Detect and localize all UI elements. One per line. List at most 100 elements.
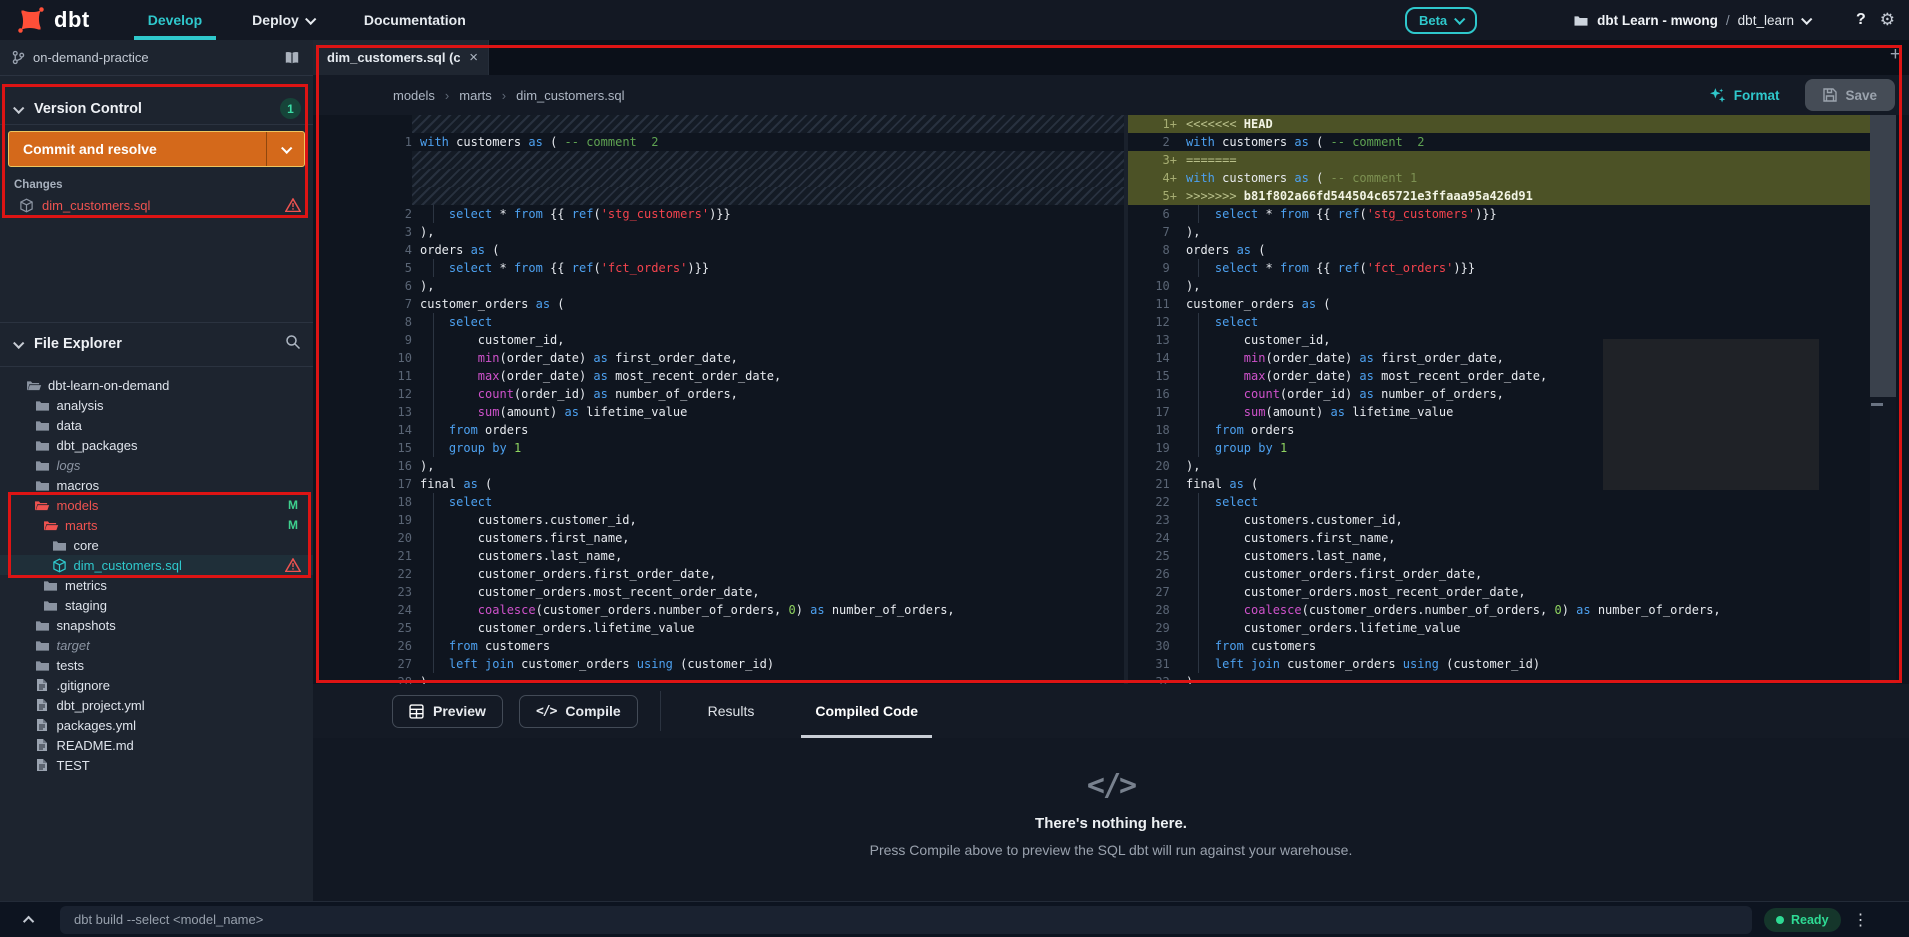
current-editor-line[interactable]: 13 sum(amount) as lifetime_value bbox=[313, 403, 1124, 421]
docs-book-icon[interactable] bbox=[283, 51, 301, 65]
tree-item-snapshots[interactable]: snapshots bbox=[0, 615, 313, 635]
current-editor-line[interactable] bbox=[313, 151, 1124, 169]
incoming-editor-line[interactable]: 32 ) bbox=[1128, 673, 1870, 684]
tree-item-models[interactable]: models M bbox=[0, 495, 313, 515]
current-editor-line[interactable]: 18 select bbox=[313, 493, 1124, 511]
save-button[interactable]: Save bbox=[1805, 79, 1895, 111]
version-control-header[interactable]: Version Control 1 bbox=[0, 93, 313, 124]
tree-item-marts[interactable]: marts M bbox=[0, 515, 313, 535]
current-editor-line[interactable]: 27 left join customer_orders using (cust… bbox=[313, 655, 1124, 673]
current-editor-line[interactable]: 17 final as ( bbox=[313, 475, 1124, 493]
incoming-editor-line[interactable]: 8 orders as ( bbox=[1128, 241, 1870, 259]
incoming-editor-line[interactable]: 4+ with customers as ( -- comment 1 bbox=[1128, 169, 1870, 187]
incoming-editor-line[interactable]: 24 customers.first_name, bbox=[1128, 529, 1870, 547]
tree-item-dbt-learn-on-demand[interactable]: dbt-learn-on-demand bbox=[0, 375, 313, 395]
current-editor-line[interactable]: 7 customer_orders as ( bbox=[313, 295, 1124, 313]
beta-dropdown[interactable]: Beta bbox=[1404, 6, 1478, 34]
tree-item-data[interactable]: data bbox=[0, 415, 313, 435]
tree-item-readme-md[interactable]: README.md bbox=[0, 735, 313, 755]
current-editor-line[interactable]: 15 group by 1 bbox=[313, 439, 1124, 457]
tree-item-target[interactable]: target bbox=[0, 635, 313, 655]
incoming-editor-line[interactable]: 22 select bbox=[1128, 493, 1870, 511]
incoming-editor-line[interactable]: 3+ ======= bbox=[1128, 151, 1870, 169]
editor-pane-current[interactable]: 1 with customers as ( -- comment 2 2 selec… bbox=[313, 115, 1124, 684]
tree-item--gitignore[interactable]: .gitignore bbox=[0, 675, 313, 695]
command-input[interactable] bbox=[60, 905, 1752, 934]
tree-item-logs[interactable]: logs bbox=[0, 455, 313, 475]
incoming-editor-line[interactable]: 9 select * from {{ ref('fct_orders')}} bbox=[1128, 259, 1870, 277]
current-editor-line[interactable]: 4 orders as ( bbox=[313, 241, 1124, 259]
gear-icon[interactable]: ⚙ bbox=[1880, 10, 1895, 30]
project-dropdown[interactable]: dbt_learn bbox=[1738, 13, 1813, 28]
current-editor-line[interactable] bbox=[313, 187, 1124, 205]
current-editor-line[interactable]: 12 count(order_id) as number_of_orders, bbox=[313, 385, 1124, 403]
incoming-editor-line[interactable]: 28 coalesce(customer_orders.number_of_or… bbox=[1128, 601, 1870, 619]
tree-item-packages-yml[interactable]: packages.yml bbox=[0, 715, 313, 735]
incoming-editor-line[interactable]: 31 left join customer_orders using (cust… bbox=[1128, 655, 1870, 673]
file-explorer-header[interactable]: File Explorer bbox=[0, 328, 313, 359]
tree-item-staging[interactable]: staging bbox=[0, 595, 313, 615]
incoming-editor-line[interactable]: 23 customers.customer_id, bbox=[1128, 511, 1870, 529]
tree-item-core[interactable]: core bbox=[0, 535, 313, 555]
tree-item-analysis[interactable]: analysis bbox=[0, 395, 313, 415]
commit-options-button[interactable] bbox=[266, 132, 304, 166]
nav-deploy[interactable]: Deploy bbox=[238, 0, 328, 40]
nav-develop[interactable]: Develop bbox=[133, 0, 217, 40]
help-icon[interactable]: ? bbox=[1856, 11, 1866, 29]
expand-panel-button[interactable] bbox=[0, 915, 60, 927]
tree-item-test[interactable]: TEST bbox=[0, 755, 313, 775]
tree-item-dim-customers-sql[interactable]: dim_customers.sql bbox=[0, 555, 313, 575]
tree-item-dbt-packages[interactable]: dbt_packages bbox=[0, 435, 313, 455]
current-editor-line[interactable]: 5 select * from {{ ref('fct_orders')}} bbox=[313, 259, 1124, 277]
incoming-editor-line[interactable]: 12 select bbox=[1128, 313, 1870, 331]
current-editor-line[interactable]: 20 customers.first_name, bbox=[313, 529, 1124, 547]
current-editor-line[interactable]: 2 select * from {{ ref('stg_customers')}… bbox=[313, 205, 1124, 223]
tab-dim-customers-sql[interactable]: dim_customers.sql (confli... × bbox=[313, 40, 489, 75]
current-editor-line[interactable]: 23 customer_orders.most_recent_order_dat… bbox=[313, 583, 1124, 601]
incoming-editor-line[interactable]: 10 ), bbox=[1128, 277, 1870, 295]
current-editor-line[interactable]: 3), bbox=[313, 223, 1124, 241]
breadcrumb-file[interactable]: dim_customers.sql bbox=[516, 88, 624, 103]
commit-and-resolve-button[interactable]: Commit and resolve bbox=[8, 131, 305, 167]
format-button[interactable]: Format bbox=[1709, 87, 1779, 104]
current-editor-line[interactable] bbox=[313, 115, 1124, 133]
current-editor-line[interactable]: 28) bbox=[313, 673, 1124, 684]
compile-button[interactable]: </> Compile bbox=[518, 694, 638, 728]
current-editor-line[interactable]: 26 from customers bbox=[313, 637, 1124, 655]
search-icon[interactable] bbox=[285, 334, 301, 355]
current-editor-line[interactable] bbox=[313, 169, 1124, 187]
current-editor-line[interactable]: 10 min(order_date) as first_order_date, bbox=[313, 349, 1124, 367]
current-editor-line[interactable]: 14 from orders bbox=[313, 421, 1124, 439]
close-icon[interactable]: × bbox=[469, 49, 478, 66]
new-tab-button[interactable]: + bbox=[1890, 44, 1901, 66]
incoming-editor-line[interactable]: 2 with customers as ( -- comment 2 bbox=[1128, 133, 1870, 151]
tree-item-metrics[interactable]: metrics bbox=[0, 575, 313, 595]
scrollbar-thumb[interactable] bbox=[1870, 115, 1896, 397]
current-editor-line[interactable]: 22 customer_orders.first_order_date, bbox=[313, 565, 1124, 583]
tree-item-tests[interactable]: tests bbox=[0, 655, 313, 675]
nav-documentation[interactable]: Documentation bbox=[350, 0, 480, 40]
scrollbar[interactable] bbox=[1870, 115, 1896, 684]
changed-file-item-dim-customers-sql[interactable]: dim_customers.sql bbox=[0, 194, 313, 216]
current-editor-line[interactable]: 25 customer_orders.lifetime_value bbox=[313, 619, 1124, 637]
current-editor-line[interactable]: 21 customers.last_name, bbox=[313, 547, 1124, 565]
current-editor-line[interactable]: 6), bbox=[313, 277, 1124, 295]
current-editor-line[interactable]: 1 with customers as ( -- comment 2 bbox=[313, 133, 1124, 151]
current-editor-line[interactable]: 11 max(order_date) as most_recent_order_… bbox=[313, 367, 1124, 385]
incoming-editor-line[interactable]: 25 customers.last_name, bbox=[1128, 547, 1870, 565]
current-editor-line[interactable]: 8 select bbox=[313, 313, 1124, 331]
incoming-editor-line[interactable]: 6 select * from {{ ref('stg_customers')}… bbox=[1128, 205, 1870, 223]
tree-item-dbt-project-yml[interactable]: dbt_project.yml bbox=[0, 695, 313, 715]
dbt-logo-icon[interactable] bbox=[16, 5, 46, 35]
tab-compiled-code[interactable]: Compiled Code bbox=[801, 684, 932, 738]
incoming-editor-line[interactable]: 5+ >>>>>>> b81f802a66fd544504c65721e3ffaa… bbox=[1128, 187, 1870, 205]
breadcrumb-marts[interactable]: marts bbox=[459, 88, 492, 103]
incoming-editor-line[interactable]: 26 customer_orders.first_order_date, bbox=[1128, 565, 1870, 583]
incoming-editor-line[interactable]: 11 customer_orders as ( bbox=[1128, 295, 1870, 313]
incoming-editor-line[interactable]: 29 customer_orders.lifetime_value bbox=[1128, 619, 1870, 637]
breadcrumb-models[interactable]: models bbox=[393, 88, 435, 103]
incoming-editor-line[interactable]: 1+ <<<<<<< HEAD bbox=[1128, 115, 1870, 133]
tab-results[interactable]: Results bbox=[694, 684, 769, 738]
incoming-editor-line[interactable]: 7 ), bbox=[1128, 223, 1870, 241]
current-editor-line[interactable]: 19 customers.customer_id, bbox=[313, 511, 1124, 529]
